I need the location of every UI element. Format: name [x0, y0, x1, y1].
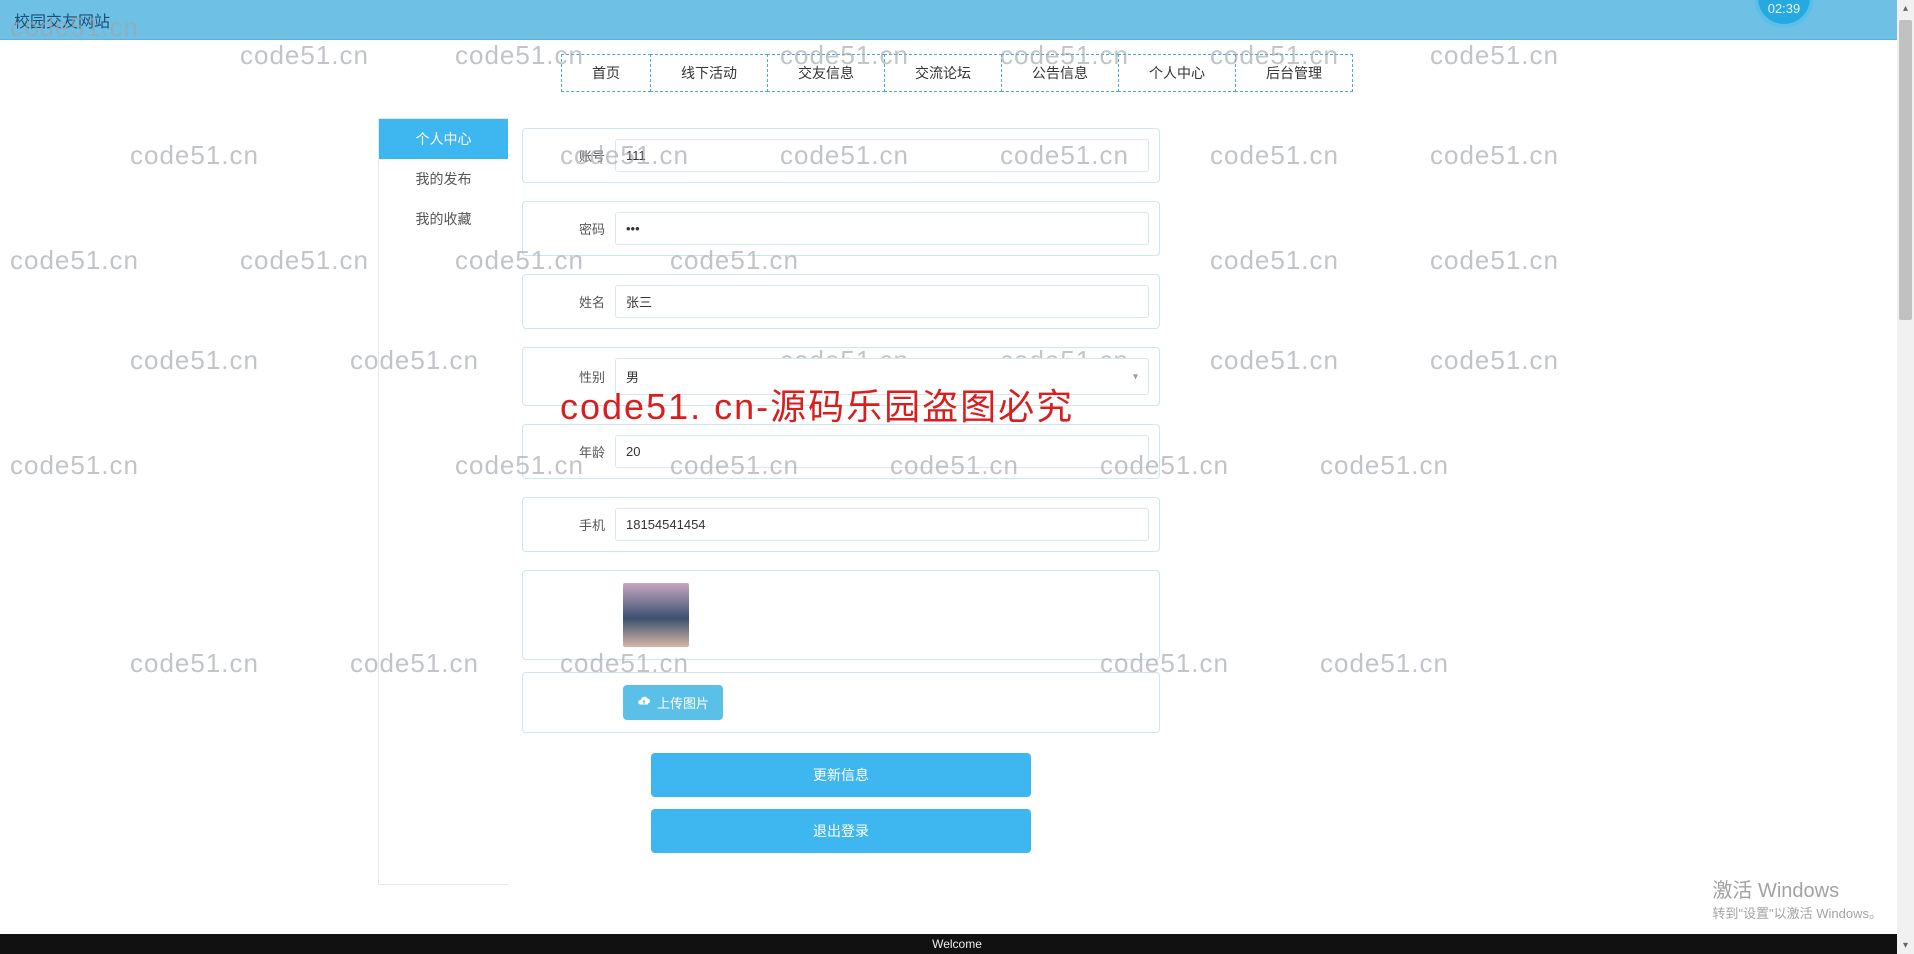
footer-text: Welcome [932, 937, 982, 951]
nav-admin[interactable]: 后台管理 [1235, 54, 1353, 92]
account-label: 账号 [533, 146, 615, 165]
age-label: 年龄 [533, 442, 615, 461]
footer-bar: Welcome [0, 934, 1914, 954]
vertical-scrollbar[interactable]: ▴ ▾ [1897, 0, 1914, 954]
field-gender: 性别 男 ▾ [522, 347, 1160, 406]
chevron-down-icon: ▾ [1133, 371, 1138, 382]
watermark: code51.cn [240, 245, 369, 276]
nav-home[interactable]: 首页 [561, 54, 651, 92]
scroll-down-arrow-icon[interactable]: ▾ [1897, 937, 1914, 954]
main-area: 个人中心 我的发布 我的收藏 账号 密码 姓名 性别 男 ▾ 年龄 [378, 118, 1178, 885]
windows-activation-line2: 转到"设置"以激活 Windows。 [1712, 903, 1882, 922]
watermark: code51.cn [130, 140, 259, 171]
windows-activation-notice: 激活 Windows 转到"设置"以激活 Windows。 [1712, 874, 1882, 922]
watermark: code51.cn [1320, 450, 1449, 481]
field-password: 密码 [522, 201, 1160, 256]
name-label: 姓名 [533, 292, 615, 311]
nav-friend-info[interactable]: 交友信息 [767, 54, 885, 92]
watermark: code51.cn [1210, 245, 1339, 276]
logout-button[interactable]: 退出登录 [651, 809, 1031, 853]
gender-selected-value: 男 [626, 370, 639, 385]
nav-forum[interactable]: 交流论坛 [884, 54, 1002, 92]
password-label: 密码 [533, 219, 615, 238]
watermark: code51.cn [130, 648, 259, 679]
avatar-preview-box [522, 570, 1160, 660]
watermark: code51.cn [10, 245, 139, 276]
watermark: code51.cn [1430, 345, 1559, 376]
site-title: 校园交友网站 [14, 8, 110, 32]
gender-select[interactable]: 男 ▾ [615, 358, 1149, 395]
phone-label: 手机 [533, 515, 615, 534]
age-input[interactable] [615, 435, 1149, 468]
field-account: 账号 [522, 128, 1160, 183]
scrollbar-thumb[interactable] [1899, 20, 1912, 320]
name-input[interactable] [615, 285, 1149, 318]
watermark: code51.cn [10, 450, 139, 481]
cloud-upload-icon [637, 694, 651, 711]
sidebar-item-my-posts[interactable]: 我的发布 [379, 159, 508, 199]
upload-image-button[interactable]: 上传图片 [623, 685, 723, 720]
nav-offline-events[interactable]: 线下活动 [650, 54, 768, 92]
field-age: 年龄 [522, 424, 1160, 479]
main-nav: 首页 线下活动 交友信息 交流论坛 公告信息 个人中心 后台管理 [0, 40, 1914, 122]
avatar-image [623, 583, 689, 647]
password-input[interactable] [615, 212, 1149, 245]
phone-input[interactable] [615, 508, 1149, 541]
gender-label: 性别 [533, 367, 615, 386]
watermark: code51.cn [1210, 345, 1339, 376]
nav-announce[interactable]: 公告信息 [1001, 54, 1119, 92]
upload-button-label: 上传图片 [657, 693, 709, 712]
watermark: code51.cn [1320, 648, 1449, 679]
profile-form: 账号 密码 姓名 性别 男 ▾ 年龄 手机 [508, 118, 1174, 885]
sidebar: 个人中心 我的发布 我的收藏 [378, 118, 508, 885]
watermark: code51.cn [130, 345, 259, 376]
update-info-button[interactable]: 更新信息 [651, 753, 1031, 797]
watermark: code51.cn [1430, 245, 1559, 276]
watermark: code51.cn [1430, 140, 1559, 171]
topbar: 校园交友网站 [0, 0, 1914, 40]
watermark: code51.cn [1210, 140, 1339, 171]
sidebar-item-my-favorites[interactable]: 我的收藏 [379, 199, 508, 239]
scroll-up-arrow-icon[interactable]: ▴ [1897, 0, 1914, 17]
upload-box: 上传图片 [522, 672, 1160, 733]
field-phone: 手机 [522, 497, 1160, 552]
account-input[interactable] [615, 139, 1149, 172]
field-name: 姓名 [522, 274, 1160, 329]
windows-activation-line1: 激活 Windows [1712, 874, 1882, 903]
sidebar-item-personal-center[interactable]: 个人中心 [379, 119, 508, 159]
nav-personal-center[interactable]: 个人中心 [1118, 54, 1236, 92]
